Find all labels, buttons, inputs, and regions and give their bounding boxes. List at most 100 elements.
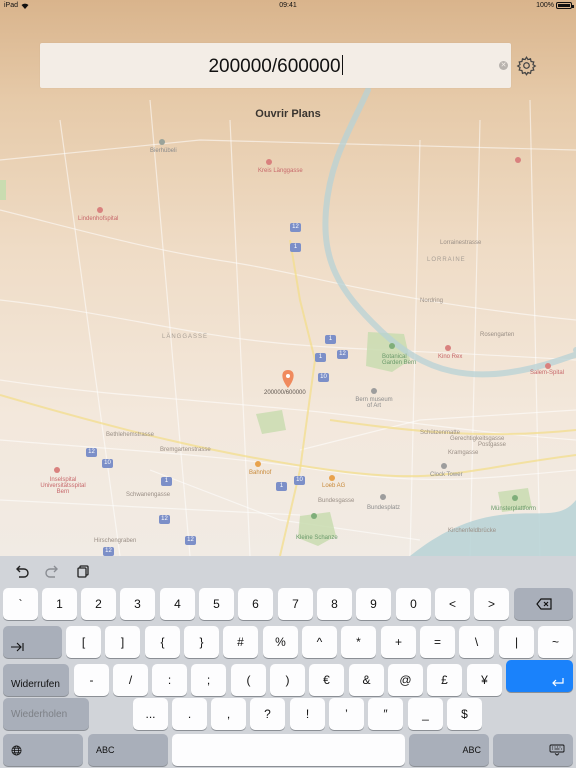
status-time: 09:41: [279, 2, 297, 9]
open-plans-button[interactable]: Ouvrir Plans: [0, 108, 576, 120]
key-4[interactable]: 4: [160, 588, 195, 620]
key-2[interactable]: 2: [81, 588, 116, 620]
key-ampersand[interactable]: &: [349, 664, 384, 696]
key-right-bracket[interactable]: ]: [105, 626, 140, 658]
key-7[interactable]: 7: [278, 588, 313, 620]
route-badge: 12: [290, 223, 301, 232]
key-comma[interactable]: ,: [211, 698, 246, 730]
key-double-prime[interactable]: ″: [368, 698, 403, 730]
keyboard-dismiss-key[interactable]: [493, 734, 573, 766]
map-label: Kino Rex: [438, 354, 463, 360]
key-minus[interactable]: -: [74, 664, 109, 696]
space-key[interactable]: [172, 734, 405, 766]
gear-icon[interactable]: [516, 55, 537, 76]
search-value: 200000/600000: [208, 56, 341, 77]
street-label: Kramgasse: [448, 450, 479, 456]
globe-key[interactable]: [3, 734, 83, 766]
key-0[interactable]: 0: [396, 588, 431, 620]
key-semicolon[interactable]: ;: [191, 664, 226, 696]
key-dollar[interactable]: $: [447, 698, 482, 730]
street-label: Rosengarten: [480, 332, 515, 338]
map-label: Botanical Garden Bern: [382, 354, 417, 366]
key-exclamation[interactable]: !: [290, 698, 325, 730]
key-plus[interactable]: +: [381, 626, 416, 658]
abc-key-left[interactable]: ABC: [88, 734, 168, 766]
key-underscore[interactable]: _: [408, 698, 443, 730]
key-pound[interactable]: £: [427, 664, 462, 696]
route-badge: 1: [315, 353, 326, 362]
key-greater-than[interactable]: >: [474, 588, 509, 620]
key-question[interactable]: ?: [250, 698, 285, 730]
key-left-bracket[interactable]: [: [66, 626, 101, 658]
key-tilde[interactable]: ~: [538, 626, 573, 658]
map-label: Loeb AG: [322, 483, 346, 489]
key-left-brace[interactable]: {: [145, 626, 180, 658]
key-8[interactable]: 8: [317, 588, 352, 620]
undo-icon[interactable]: [14, 563, 30, 579]
key-yen[interactable]: ¥: [467, 664, 502, 696]
pin-label: 200000/600000: [264, 390, 306, 396]
key-left-paren[interactable]: (: [231, 664, 266, 696]
paste-icon[interactable]: [75, 563, 91, 579]
street-label: Postgasse: [478, 442, 507, 448]
map-label: Bahnhof: [249, 470, 272, 476]
route-badge: 10: [102, 459, 113, 468]
key-slash[interactable]: /: [113, 664, 148, 696]
key-at[interactable]: @: [388, 664, 423, 696]
street-label: Nordring: [420, 298, 444, 304]
street-label: Kirchenfeldbrücke: [448, 528, 497, 534]
key-5[interactable]: 5: [199, 588, 234, 620]
tab-key[interactable]: [3, 626, 62, 658]
route-badge: 1: [290, 243, 301, 252]
key-asterisk[interactable]: *: [341, 626, 376, 658]
key-1[interactable]: 1: [42, 588, 77, 620]
key-apostrophe[interactable]: ’: [329, 698, 364, 730]
map-label: Bern museum of Art: [355, 397, 393, 409]
key-3[interactable]: 3: [120, 588, 155, 620]
street-label: Schützenmatte: [420, 430, 461, 436]
abc-key-right[interactable]: ABC: [409, 734, 489, 766]
key-right-brace[interactable]: }: [184, 626, 219, 658]
map-label: Lindenhofspital: [78, 216, 119, 222]
key-percent[interactable]: %: [263, 626, 298, 658]
key-less-than[interactable]: <: [435, 588, 470, 620]
search-input[interactable]: 200000/600000: [40, 43, 511, 88]
key-pipe[interactable]: |: [499, 626, 534, 658]
battery-icon: [556, 2, 574, 9]
map-label: Bierhübeli: [150, 148, 177, 154]
route-badge: 12: [337, 350, 348, 359]
undo-key[interactable]: Widerrufen: [3, 664, 69, 696]
key-6[interactable]: 6: [238, 588, 273, 620]
keyboard-dismiss-icon: [549, 744, 565, 756]
key-backslash[interactable]: \: [459, 626, 494, 658]
return-icon: [552, 678, 564, 687]
key-hash[interactable]: #: [223, 626, 258, 658]
return-key[interactable]: [506, 660, 573, 692]
delete-key[interactable]: [514, 588, 573, 620]
map-district-label: LÄNGGASSE: [162, 334, 209, 340]
map-district-label: LORRAINE: [427, 257, 466, 263]
key-backtick[interactable]: `: [3, 588, 38, 620]
redo-key[interactable]: Wiederholen: [3, 698, 89, 730]
map-label: Clock Tower: [430, 472, 463, 478]
key-colon[interactable]: :: [152, 664, 187, 696]
route-badge: 12: [86, 448, 97, 457]
key-caret[interactable]: ^: [302, 626, 337, 658]
key-period[interactable]: .: [172, 698, 207, 730]
key-euro[interactable]: €: [309, 664, 344, 696]
redo-icon[interactable]: [44, 563, 60, 579]
search-value-wrap: 200000/600000: [40, 55, 511, 78]
route-badge: 10: [294, 476, 305, 485]
battery-percent: 100%: [536, 2, 554, 9]
map-label: Bundesplatz: [367, 505, 401, 511]
key-ellipsis[interactable]: ...: [133, 698, 168, 730]
clear-icon[interactable]: ✕: [499, 61, 508, 70]
key-right-paren[interactable]: ): [270, 664, 305, 696]
key-equals[interactable]: =: [420, 626, 455, 658]
route-badge: 12: [159, 515, 170, 524]
text-caret: [341, 55, 343, 75]
delete-icon: [535, 598, 552, 610]
location-pin-icon: [282, 370, 294, 388]
key-9[interactable]: 9: [356, 588, 391, 620]
street-label: Bremgartenstrasse: [160, 447, 211, 453]
